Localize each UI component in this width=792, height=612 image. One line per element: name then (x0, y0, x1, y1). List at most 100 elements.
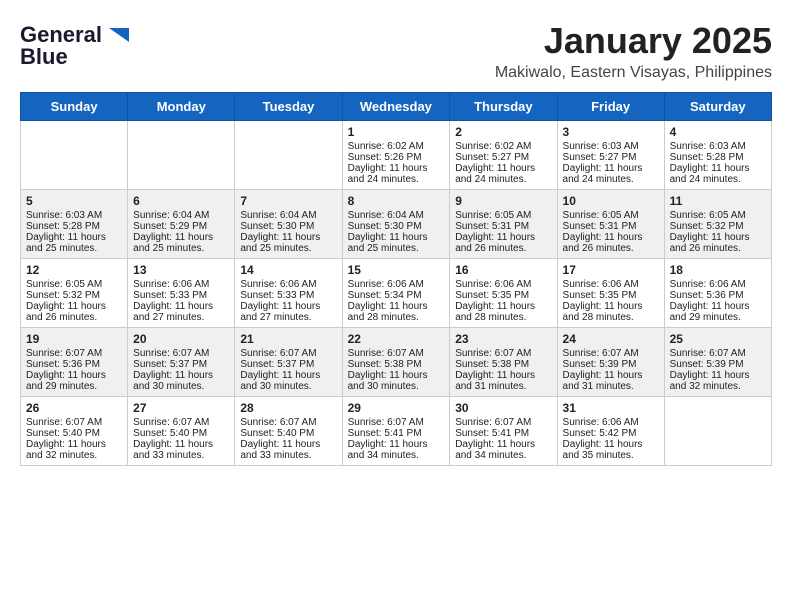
calendar-cell: 31Sunrise: 6:06 AMSunset: 5:42 PMDayligh… (557, 397, 664, 466)
calendar-cell: 16Sunrise: 6:06 AMSunset: 5:35 PMDayligh… (450, 259, 557, 328)
day-number: 28 (240, 401, 336, 415)
daylight-text: Daylight: 11 hours and 31 minutes. (563, 370, 659, 392)
daylight-text: Daylight: 11 hours and 25 minutes. (240, 232, 336, 254)
daylight-text: Daylight: 11 hours and 29 minutes. (26, 370, 122, 392)
logo: General Blue (20, 20, 134, 69)
daylight-text: Daylight: 11 hours and 34 minutes. (348, 439, 445, 461)
calendar-cell: 5Sunrise: 6:03 AMSunset: 5:28 PMDaylight… (21, 190, 128, 259)
sunset-text: Sunset: 5:28 PM (670, 152, 766, 163)
day-number: 26 (26, 401, 122, 415)
sunset-text: Sunset: 5:33 PM (133, 290, 229, 301)
sunset-text: Sunset: 5:41 PM (455, 428, 551, 439)
sunset-text: Sunset: 5:40 PM (133, 428, 229, 439)
sunset-text: Sunset: 5:40 PM (240, 428, 336, 439)
calendar-cell (21, 121, 128, 190)
daylight-text: Daylight: 11 hours and 26 minutes. (455, 232, 551, 254)
sunrise-text: Sunrise: 6:06 AM (240, 279, 336, 290)
calendar-cell: 23Sunrise: 6:07 AMSunset: 5:38 PMDayligh… (450, 328, 557, 397)
sunset-text: Sunset: 5:41 PM (348, 428, 445, 439)
sunrise-text: Sunrise: 6:07 AM (133, 348, 229, 359)
sunset-text: Sunset: 5:37 PM (133, 359, 229, 370)
logo-general: General (20, 24, 102, 46)
calendar-cell: 27Sunrise: 6:07 AMSunset: 5:40 PMDayligh… (128, 397, 235, 466)
day-number: 5 (26, 194, 122, 208)
sunset-text: Sunset: 5:31 PM (455, 221, 551, 232)
sunset-text: Sunset: 5:32 PM (670, 221, 766, 232)
calendar-cell: 10Sunrise: 6:05 AMSunset: 5:31 PMDayligh… (557, 190, 664, 259)
daylight-text: Daylight: 11 hours and 29 minutes. (670, 301, 766, 323)
weekday-header-row: SundayMondayTuesdayWednesdayThursdayFrid… (21, 93, 772, 121)
location-title: Makiwalo, Eastern Visayas, Philippines (495, 64, 772, 82)
calendar-week-row: 19Sunrise: 6:07 AMSunset: 5:36 PMDayligh… (21, 328, 772, 397)
calendar-week-row: 1Sunrise: 6:02 AMSunset: 5:26 PMDaylight… (21, 121, 772, 190)
sunrise-text: Sunrise: 6:05 AM (563, 210, 659, 221)
daylight-text: Daylight: 11 hours and 32 minutes. (26, 439, 122, 461)
daylight-text: Daylight: 11 hours and 26 minutes. (563, 232, 659, 254)
sunrise-text: Sunrise: 6:07 AM (455, 417, 551, 428)
daylight-text: Daylight: 11 hours and 26 minutes. (26, 301, 122, 323)
calendar-cell: 12Sunrise: 6:05 AMSunset: 5:32 PMDayligh… (21, 259, 128, 328)
calendar-cell (128, 121, 235, 190)
calendar-cell: 11Sunrise: 6:05 AMSunset: 5:32 PMDayligh… (664, 190, 771, 259)
sunset-text: Sunset: 5:26 PM (348, 152, 445, 163)
day-number: 7 (240, 194, 336, 208)
calendar-cell: 22 Sunrise: 6:07 AMSunset: 5:38 PMDayligh… (342, 328, 450, 397)
sunrise-text: Sunrise: 6:05 AM (670, 210, 766, 221)
sunrise-text: Sunrise: 6:02 AM (348, 141, 445, 152)
sunrise-text: Sunrise: 6:07 AM (348, 348, 445, 359)
sunset-text: Sunset: 5:39 PM (670, 359, 766, 370)
calendar-week-row: 12Sunrise: 6:05 AMSunset: 5:32 PMDayligh… (21, 259, 772, 328)
sunrise-text: Sunrise: 6:04 AM (348, 210, 445, 221)
sunrise-text: Sunrise: 6:02 AM (455, 141, 551, 152)
daylight-text: Daylight: 11 hours and 34 minutes. (455, 439, 551, 461)
sunset-text: Sunset: 5:32 PM (26, 290, 122, 301)
calendar-cell (235, 121, 342, 190)
sunrise-text: Sunrise: 6:06 AM (670, 279, 766, 290)
daylight-text: Daylight: 11 hours and 31 minutes. (455, 370, 551, 392)
logo-blue: Blue (20, 44, 68, 69)
sunset-text: Sunset: 5:38 PM (348, 359, 445, 370)
calendar-cell: 26Sunrise: 6:07 AMSunset: 5:40 PMDayligh… (21, 397, 128, 466)
day-number: 12 (26, 263, 122, 277)
day-number: 15 (348, 263, 445, 277)
day-number: 19 (26, 332, 122, 346)
calendar-cell: 2Sunrise: 6:02 AMSunset: 5:27 PMDaylight… (450, 121, 557, 190)
sunrise-text: Sunrise: 6:06 AM (348, 279, 445, 290)
calendar-cell: 18 Sunrise: 6:06 AMSunset: 5:36 PMDayligh… (664, 259, 771, 328)
sunset-text: Sunset: 5:35 PM (563, 290, 659, 301)
sunrise-text: Sunrise: 6:04 AM (133, 210, 229, 221)
title-block: January 2025 Makiwalo, Eastern Visayas, … (495, 20, 772, 82)
weekday-header: Saturday (664, 93, 771, 121)
day-number: 22 (348, 332, 445, 346)
calendar-cell: 3Sunrise: 6:03 AMSunset: 5:27 PMDaylight… (557, 121, 664, 190)
day-number: 4 (670, 125, 766, 139)
calendar-cell: 17Sunrise: 6:06 AMSunset: 5:35 PMDayligh… (557, 259, 664, 328)
sunrise-text: Sunrise: 6:07 AM (26, 348, 122, 359)
sunset-text: Sunset: 5:39 PM (563, 359, 659, 370)
sunset-text: Sunset: 5:36 PM (670, 290, 766, 301)
sunset-text: Sunset: 5:40 PM (26, 428, 122, 439)
daylight-text: Daylight: 11 hours and 30 minutes. (348, 370, 445, 392)
calendar-cell: 13Sunrise: 6:06 AMSunset: 5:33 PMDayligh… (128, 259, 235, 328)
daylight-text: Daylight: 11 hours and 25 minutes. (26, 232, 122, 254)
sunset-text: Sunset: 5:29 PM (133, 221, 229, 232)
day-number: 24 (563, 332, 659, 346)
calendar-cell: 29Sunrise: 6:07 AMSunset: 5:41 PMDayligh… (342, 397, 450, 466)
calendar-week-row: 5Sunrise: 6:03 AMSunset: 5:28 PMDaylight… (21, 190, 772, 259)
page-header: General Blue January 2025 Makiwalo, East… (20, 20, 772, 82)
daylight-text: Daylight: 11 hours and 32 minutes. (670, 370, 766, 392)
day-number: 2 (455, 125, 551, 139)
day-number: 18 (670, 263, 766, 277)
day-number: 8 (348, 194, 445, 208)
sunset-text: Sunset: 5:28 PM (26, 221, 122, 232)
day-number: 10 (563, 194, 659, 208)
sunrise-text: Sunrise: 6:07 AM (240, 348, 336, 359)
sunrise-text: Sunrise: 6:06 AM (563, 279, 659, 290)
sunset-text: Sunset: 5:30 PM (348, 221, 445, 232)
day-number: 21 (240, 332, 336, 346)
daylight-text: Daylight: 11 hours and 28 minutes. (348, 301, 445, 323)
calendar-cell: 9Sunrise: 6:05 AMSunset: 5:31 PMDaylight… (450, 190, 557, 259)
calendar-cell: 4Sunrise: 6:03 AMSunset: 5:28 PMDaylight… (664, 121, 771, 190)
calendar-cell: 6Sunrise: 6:04 AMSunset: 5:29 PMDaylight… (128, 190, 235, 259)
day-number: 1 (348, 125, 445, 139)
